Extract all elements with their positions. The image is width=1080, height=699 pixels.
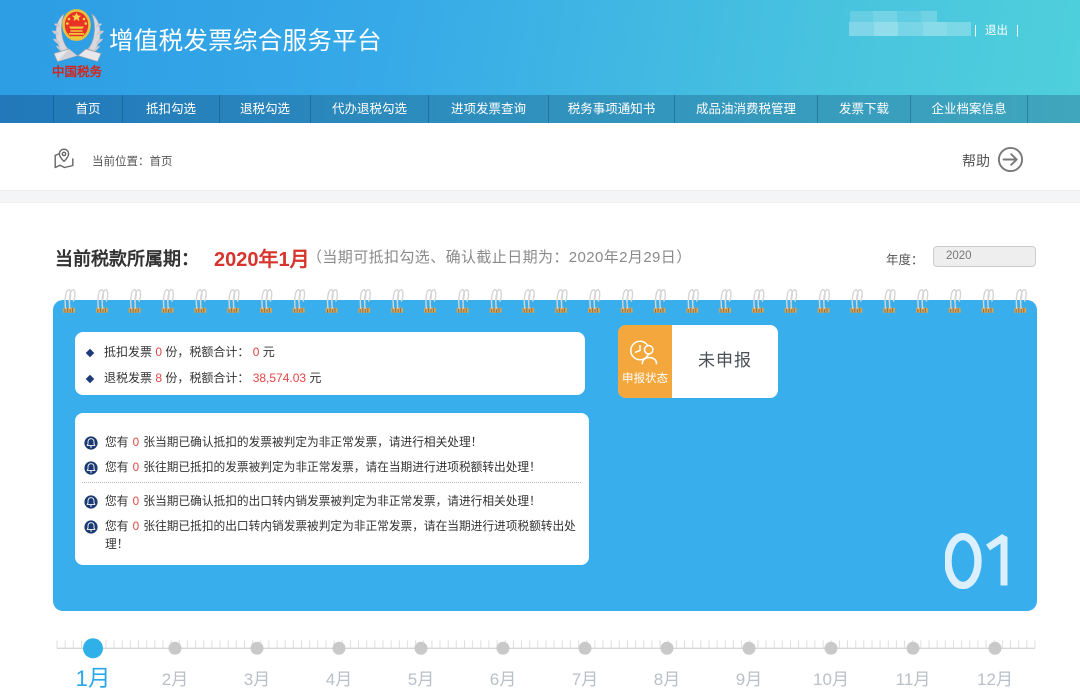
svg-text:中国税务: 中国税务 <box>52 64 103 79</box>
